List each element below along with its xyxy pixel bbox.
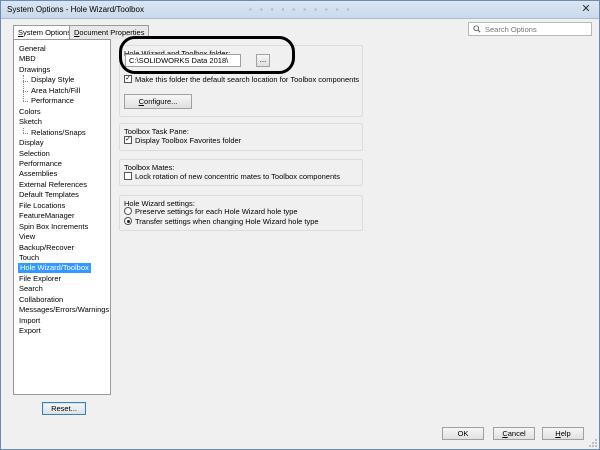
lock-rotation-label: Lock rotation of new concentric mates to… (135, 172, 340, 181)
tree-item[interactable]: Default Templates (19, 190, 79, 200)
tree-item[interactable]: Drawings (19, 65, 50, 75)
tree-item[interactable]: Display Style (31, 75, 74, 85)
options-tree[interactable]: General MBD Drawings Display Style Area Hatc… (13, 39, 111, 395)
reset-button[interactable]: Reset... (42, 402, 86, 415)
tree-branch-tick (23, 101, 28, 103)
favorites-checkbox[interactable]: ✓ (124, 136, 132, 144)
tree-item[interactable]: Display (19, 138, 44, 148)
tab-system-options[interactable]: System Options (13, 25, 76, 40)
tree-item[interactable]: View (19, 232, 35, 242)
preserve-settings-radio[interactable] (124, 207, 132, 215)
ok-button[interactable]: OK (442, 427, 484, 440)
default-location-checkbox[interactable]: ✓ (124, 75, 132, 83)
cancel-button[interactable]: Cancel (493, 427, 535, 440)
configure-button[interactable]: Configure... (124, 94, 192, 109)
tree-branch-tick (23, 80, 28, 82)
tree-item[interactable]: Messages/Errors/Warnings (19, 305, 109, 315)
tree-item[interactable]: Relations/Snaps (31, 128, 86, 138)
transfer-settings-label: Transfer settings when changing Hole Wiz… (135, 217, 319, 226)
tree-item[interactable]: FeatureManager (19, 211, 74, 221)
preserve-settings-label: Preserve settings for each Hole Wizard h… (135, 207, 298, 216)
options-dialog: System Options - Hole Wizard/Toolbox ▪▪▪… (0, 0, 600, 450)
resize-grip-icon[interactable] (589, 439, 597, 447)
tree-branch-tick (23, 132, 28, 134)
window-title: System Options - Hole Wizard/Toolbox (7, 5, 144, 14)
tree-item[interactable]: External References (19, 180, 87, 190)
tree-item[interactable]: Touch (19, 253, 39, 263)
tree-item[interactable]: Selection (19, 149, 50, 159)
tree-item[interactable]: Colors (19, 107, 41, 117)
tree-item[interactable]: Import (19, 316, 40, 326)
tree-branch-line (23, 75, 24, 102)
default-location-label: Make this folder the default search loca… (135, 75, 360, 84)
tree-item[interactable]: Assemblies (19, 169, 57, 179)
tree-item[interactable]: Performance (31, 96, 74, 106)
tree-item[interactable]: Hole Wizard/Toolbox (18, 263, 91, 274)
ghost-toolbar: ▪▪▪▪▪▪▪▪▪▪ (249, 5, 358, 14)
tree-item[interactable]: File Locations (19, 201, 65, 211)
tree-item[interactable]: Spin Box Increments (19, 222, 88, 232)
tree-item[interactable]: Sketch (19, 117, 42, 127)
tree-item[interactable]: Collaboration (19, 295, 63, 305)
search-icon (473, 25, 481, 33)
tree-item[interactable]: General (19, 44, 46, 54)
close-icon[interactable]: ✕ (579, 3, 593, 16)
search-input[interactable] (485, 24, 589, 35)
transfer-settings-radio[interactable] (124, 217, 132, 225)
tree-item[interactable]: Performance (19, 159, 62, 169)
title-bar[interactable]: System Options - Hole Wizard/Toolbox ▪▪▪… (1, 1, 599, 19)
tree-item[interactable]: Export (19, 326, 41, 336)
highlight-annotation (119, 36, 295, 74)
search-box[interactable] (468, 22, 592, 36)
favorites-label: Display Toolbox Favorites folder (135, 136, 242, 145)
tree-item[interactable]: Area Hatch/Fill (31, 86, 80, 96)
tree-branch-tick (23, 91, 28, 93)
mates-group-title: Toolbox Mates: (124, 163, 175, 172)
tree-item[interactable]: File Explorer (19, 274, 61, 284)
help-button[interactable]: Help (542, 427, 584, 440)
lock-rotation-checkbox[interactable] (124, 172, 132, 180)
tree-item[interactable]: Search (19, 284, 43, 294)
tree-item[interactable]: Backup/Recover (19, 243, 74, 253)
tree-item[interactable]: MBD (19, 54, 36, 64)
task-pane-group-title: Toolbox Task Pane: (124, 127, 189, 136)
